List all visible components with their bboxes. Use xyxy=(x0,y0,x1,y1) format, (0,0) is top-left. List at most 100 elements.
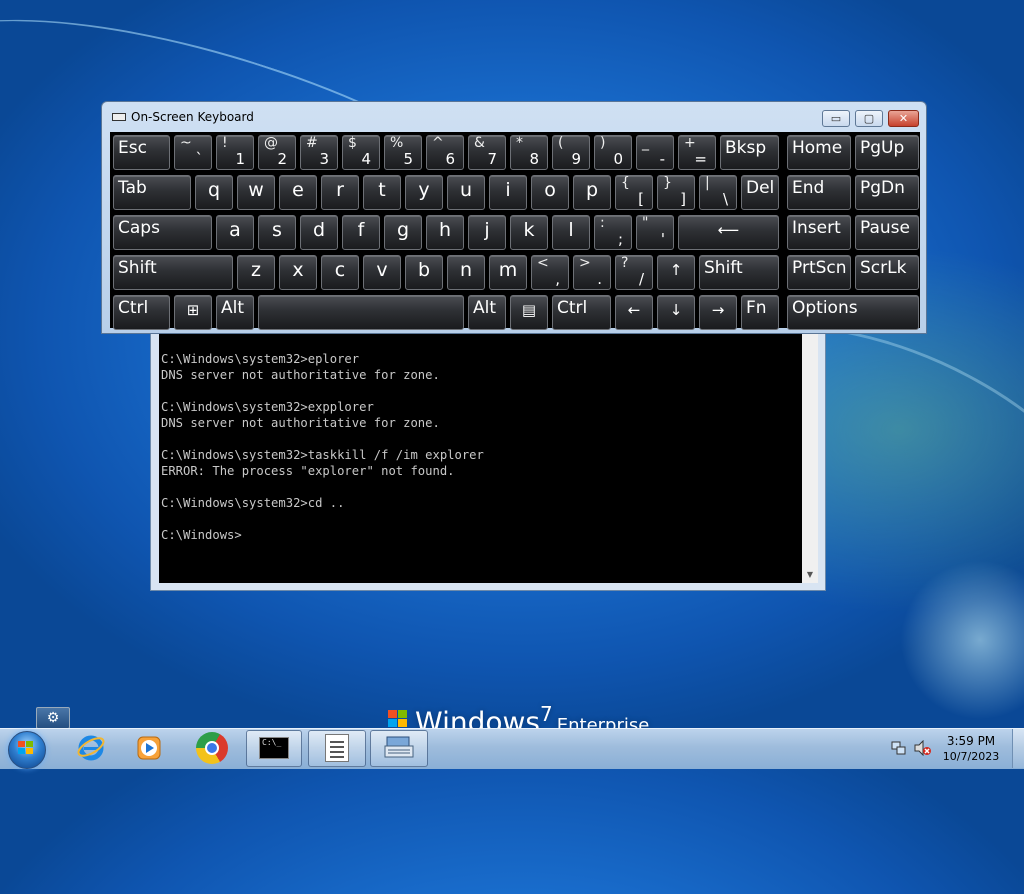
key-v[interactable]: v xyxy=(363,255,401,290)
key-comma[interactable]: <, xyxy=(531,255,569,290)
key-pgup[interactable]: PgUp xyxy=(855,135,919,170)
key-d[interactable]: d xyxy=(300,215,338,250)
gadget-icon[interactable]: ⚙ xyxy=(36,707,70,729)
key-1[interactable]: ! 1 xyxy=(216,135,254,170)
console-scrollbar[interactable]: ▼ xyxy=(802,327,818,583)
key-quote[interactable]: " ' xyxy=(636,215,674,250)
key-o[interactable]: o xyxy=(531,175,569,210)
key-w[interactable]: w xyxy=(237,175,275,210)
key-label: ` xyxy=(195,150,204,168)
key-lbracket[interactable]: {[ xyxy=(615,175,653,210)
on-screen-keyboard-window[interactable]: On-Screen Keyboard ▭ ▢ ✕ Esc ~ `! 1 @2 #3 $4% 5… xyxy=(101,101,927,334)
key-s[interactable]: s xyxy=(258,215,296,250)
key-down[interactable]: ↓ xyxy=(657,295,695,330)
key-tab[interactable]: Tab xyxy=(113,175,191,210)
key-insert[interactable]: Insert xyxy=(787,215,851,250)
key-x[interactable]: x xyxy=(279,255,317,290)
key-7[interactable]: & 7 xyxy=(468,135,506,170)
key-slash[interactable]: ? / xyxy=(615,255,653,290)
key-z[interactable]: z xyxy=(237,255,275,290)
key-home[interactable]: Home xyxy=(787,135,851,170)
osk-key-area: Esc ~ `! 1 @2 #3 $4% 5 ^ 6 & 7 * 8(9) 0 _ - + = Bksp Home PgU… xyxy=(110,132,920,330)
key-backslash[interactable]: | \ xyxy=(699,175,737,210)
close-button[interactable]: ✕ xyxy=(888,110,919,127)
key-c[interactable]: c xyxy=(321,255,359,290)
command-prompt-window[interactable]: C:\Windows\system32>oskC:\Windows\system… xyxy=(150,318,826,591)
key-right[interactable]: → xyxy=(699,295,737,330)
clock-date[interactable]: 10/7/2023 xyxy=(940,750,1002,763)
key-end[interactable]: End xyxy=(787,175,851,210)
key-enter[interactable]: ⟵ xyxy=(678,215,779,250)
key-u[interactable]: u xyxy=(447,175,485,210)
key-prtscn[interactable]: PrtScn xyxy=(787,255,851,290)
key-minus[interactable]: _ - xyxy=(636,135,674,170)
key-m[interactable]: m xyxy=(489,255,527,290)
ie-icon[interactable] xyxy=(76,732,106,762)
media-player-icon[interactable] xyxy=(136,735,162,761)
key-k[interactable]: k xyxy=(510,215,548,250)
key-f[interactable]: f xyxy=(342,215,380,250)
key-esc[interactable]: Esc xyxy=(113,135,170,170)
key-menu[interactable]: ▤ xyxy=(510,295,548,330)
show-desktop-button[interactable] xyxy=(1012,729,1024,768)
key-pgdn[interactable]: PgDn xyxy=(855,175,919,210)
key-i[interactable]: i xyxy=(489,175,527,210)
key-label: w xyxy=(248,179,264,201)
key-rctrl[interactable]: Ctrl xyxy=(552,295,611,330)
key-g[interactable]: g xyxy=(384,215,422,250)
key-a[interactable]: a xyxy=(216,215,254,250)
key-space[interactable] xyxy=(258,295,464,330)
key-bksp[interactable]: Bksp xyxy=(720,135,779,170)
key-lalt[interactable]: Alt xyxy=(216,295,254,330)
key-scrlk[interactable]: ScrLk xyxy=(855,255,919,290)
key-semicolon[interactable]: :; xyxy=(594,215,632,250)
key-left[interactable]: ← xyxy=(615,295,653,330)
maximize-button[interactable]: ▢ xyxy=(855,110,883,127)
key-up[interactable]: ↑ xyxy=(657,255,695,290)
key-options[interactable]: Options xyxy=(787,295,919,330)
key-2[interactable]: @2 xyxy=(258,135,296,170)
key-period[interactable]: >. xyxy=(573,255,611,290)
key-3[interactable]: #3 xyxy=(300,135,338,170)
key-fn[interactable]: Fn xyxy=(741,295,779,330)
key-rshift[interactable]: Shift xyxy=(699,255,779,290)
key-b[interactable]: b xyxy=(405,255,443,290)
key-8[interactable]: * 8 xyxy=(510,135,548,170)
key-9[interactable]: (9 xyxy=(552,135,590,170)
key-l[interactable]: l xyxy=(552,215,590,250)
key-tilde[interactable]: ~ ` xyxy=(174,135,212,170)
key-equals[interactable]: + = xyxy=(678,135,716,170)
key-e[interactable]: e xyxy=(279,175,317,210)
key-lctrl[interactable]: Ctrl xyxy=(113,295,170,330)
key-6[interactable]: ^ 6 xyxy=(426,135,464,170)
key-caps[interactable]: Caps xyxy=(113,215,212,250)
clock-time[interactable]: 3:59 PM xyxy=(940,734,1002,748)
key-label: ; xyxy=(617,230,623,248)
key-del[interactable]: Del xyxy=(741,175,779,210)
key-5[interactable]: % 5 xyxy=(384,135,422,170)
chrome-icon[interactable] xyxy=(196,732,228,764)
scroll-down-arrow-icon[interactable]: ▼ xyxy=(802,567,818,583)
start-button[interactable] xyxy=(4,730,48,769)
key-r[interactable]: r xyxy=(321,175,359,210)
network-icon[interactable] xyxy=(891,740,907,756)
minimize-button[interactable]: ▭ xyxy=(822,110,850,127)
key-0[interactable]: ) 0 xyxy=(594,135,632,170)
key-n[interactable]: n xyxy=(447,255,485,290)
key-lshift[interactable]: Shift xyxy=(113,255,233,290)
key-t[interactable]: t xyxy=(363,175,401,210)
key-rbracket[interactable]: }] xyxy=(657,175,695,210)
key-4[interactable]: $4 xyxy=(342,135,380,170)
key-pause[interactable]: Pause xyxy=(855,215,919,250)
key-p[interactable]: p xyxy=(573,175,611,210)
key-q[interactable]: q xyxy=(195,175,233,210)
key-j[interactable]: j xyxy=(468,215,506,250)
osk-title-bar[interactable]: On-Screen Keyboard ▭ ▢ ✕ xyxy=(102,102,926,132)
key-ralt[interactable]: Alt xyxy=(468,295,506,330)
volume-muted-icon[interactable] xyxy=(914,740,932,756)
key-h[interactable]: h xyxy=(426,215,464,250)
console-output[interactable]: C:\Windows\system32>oskC:\Windows\system… xyxy=(159,327,802,583)
key-shift-label: * xyxy=(516,135,523,151)
key-y[interactable]: y xyxy=(405,175,443,210)
key-win[interactable]: ⊞ xyxy=(174,295,212,330)
